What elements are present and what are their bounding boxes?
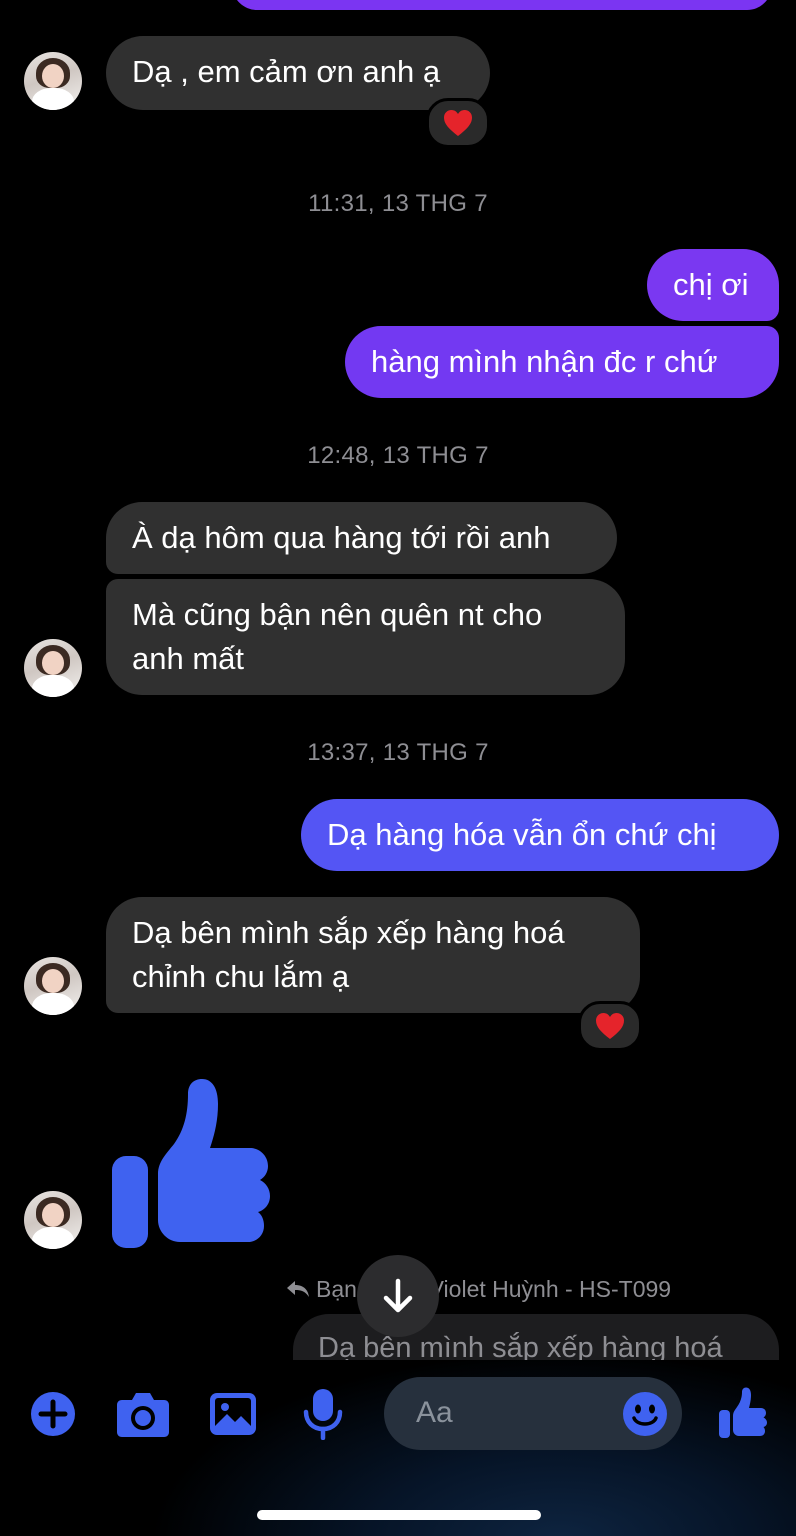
message-text-line: anh mất	[132, 641, 245, 676]
contact-avatar[interactable]	[24, 957, 82, 1015]
message-text-line: Dạ bên mình sắp xếp hàng hoá	[132, 915, 565, 950]
plus-icon	[31, 1392, 75, 1436]
message-text-line: Mà cũng bận nên quên nt cho	[132, 597, 543, 632]
thumbs-up-icon	[719, 1387, 767, 1438]
like-button[interactable]	[718, 1387, 768, 1439]
scroll-to-bottom-button[interactable]	[357, 1255, 439, 1337]
camera-button[interactable]	[116, 1390, 170, 1438]
contact-avatar[interactable]	[24, 52, 82, 110]
add-button[interactable]	[30, 1391, 76, 1437]
reply-label: Bạn	[316, 1276, 357, 1302]
reply-arrow-icon	[287, 1281, 309, 1297]
message-text-line: chỉnh chu lắm ạ	[132, 959, 350, 994]
arrow-down-icon	[383, 1278, 413, 1313]
microphone-icon	[303, 1389, 343, 1441]
image-icon	[210, 1393, 256, 1435]
microphone-button[interactable]	[303, 1388, 343, 1441]
message-input[interactable]: Aa	[384, 1377, 682, 1450]
timestamp: 11:31, 13 THG 7	[308, 190, 488, 217]
camera-icon	[117, 1393, 169, 1437]
timestamp: 12:48, 13 THG 7	[307, 442, 489, 469]
emoji-button[interactable]	[622, 1391, 668, 1437]
home-indicator[interactable]	[257, 1510, 541, 1520]
incoming-message[interactable]: Dạ bên mình sắp xếp hàng hoá chỉnh chu l…	[106, 897, 640, 1013]
outgoing-message[interactable]: chị ơi	[647, 249, 779, 321]
reply-header: Bạn lời Violet Huỳnh - HS-T099	[286, 1276, 671, 1306]
message-text: chị ơi	[673, 267, 749, 302]
outgoing-bubble-partial[interactable]	[232, 0, 772, 10]
heart-icon	[596, 1013, 624, 1039]
thumbs-up-icon	[112, 1079, 270, 1248]
message-text: Dạ hàng hóa vẫn ổn chứ chị	[327, 817, 717, 852]
outgoing-message[interactable]: hàng mình nhận đc r chứ	[345, 326, 779, 398]
message-text: À dạ hôm qua hàng tới rồi anh	[132, 520, 551, 555]
heart-reaction[interactable]	[578, 1001, 642, 1051]
incoming-message[interactable]: Mà cũng bận nên quên nt cho anh mất	[106, 579, 625, 695]
contact-avatar[interactable]	[24, 639, 82, 697]
thumbs-up-sticker[interactable]	[110, 1078, 274, 1250]
incoming-message[interactable]: Dạ , em cảm ơn anh ạ	[106, 36, 490, 110]
heart-reaction[interactable]	[426, 98, 490, 148]
outgoing-message[interactable]: Dạ hàng hóa vẫn ổn chứ chị	[301, 799, 779, 871]
contact-avatar[interactable]	[24, 1191, 82, 1249]
gallery-button[interactable]	[209, 1392, 257, 1436]
message-text: Dạ , em cảm ơn anh ạ	[132, 54, 441, 89]
incoming-message[interactable]: À dạ hôm qua hàng tới rồi anh	[106, 502, 617, 574]
heart-icon	[444, 110, 472, 136]
message-text: hàng mình nhận đc r chứ	[371, 344, 718, 379]
timestamp: 13:37, 13 THG 7	[307, 739, 489, 766]
emoji-icon	[623, 1392, 667, 1436]
message-input-placeholder: Aa	[416, 1396, 453, 1429]
